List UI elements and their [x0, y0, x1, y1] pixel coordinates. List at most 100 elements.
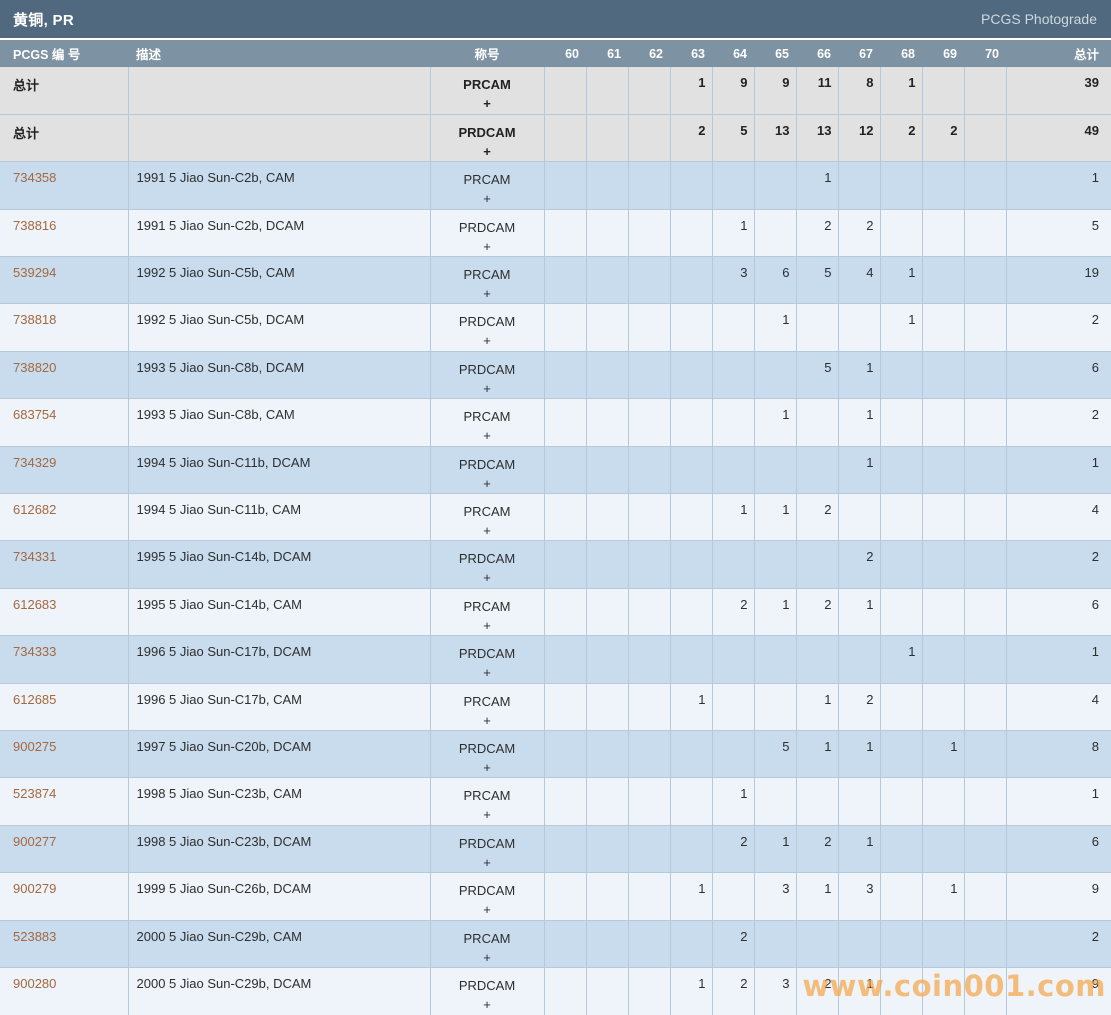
grade-count-cell: [921, 303, 965, 352]
grade-count-cell: [963, 113, 1007, 163]
grade-count-cell: [921, 824, 965, 874]
pcgs-photograde-link[interactable]: PCGS Photograde: [981, 11, 1097, 27]
designation-plus: +: [483, 191, 491, 207]
grade-count-cell: [753, 208, 797, 258]
designation-cell: PRDCAM +: [429, 635, 545, 684]
pcgs-number-link[interactable]: 539294: [13, 265, 56, 280]
pcgs-number-link[interactable]: 612685: [13, 692, 56, 707]
grade-count-cell: [543, 919, 587, 968]
row-total-cell: 4: [1005, 493, 1111, 542]
designation-cell: PRDCAM +: [429, 872, 545, 921]
grade-count-cell: [585, 113, 629, 163]
description-cell: 2000 5 Jiao Sun-C29b, CAM: [127, 919, 431, 968]
grade-count-cell: [543, 587, 587, 637]
grade-count-cell: [543, 398, 587, 447]
grade-count-cell: [627, 635, 671, 684]
grade-count-cell: 1: [879, 635, 923, 684]
grade-count-cell: [585, 824, 629, 874]
designation-cell: PRDCAM +: [429, 445, 545, 495]
designation-label: PRCAM: [463, 930, 511, 946]
description-cell: 1999 5 Jiao Sun-C26b, DCAM: [127, 872, 431, 921]
designation-label: PRDCAM: [458, 456, 516, 472]
pcgs-number-cell: 734329: [0, 445, 129, 495]
grade-count-cell: [627, 729, 671, 779]
column-header-description: 描述: [128, 40, 430, 67]
grade-count-cell: [585, 777, 629, 826]
pcgs-number-link[interactable]: 900280: [13, 976, 56, 991]
pcgs-number-link[interactable]: 612682: [13, 502, 56, 517]
grade-count-cell: [963, 445, 1007, 495]
designation-cell: PRCAM +: [429, 256, 545, 305]
grade-count-cell: [753, 682, 797, 731]
pcgs-number-cell: 738818: [0, 303, 129, 352]
grade-count-cell: [879, 919, 923, 968]
grade-count-cell: [627, 777, 671, 826]
table-row: 683754 1993 5 Jiao Sun-C8b, CAM PRCAM +1 1 2: [0, 398, 1111, 447]
grade-count-cell: 1: [753, 587, 797, 637]
pcgs-number-link[interactable]: 523874: [13, 786, 56, 801]
description-cell: [127, 67, 431, 115]
grade-count-cell: [921, 540, 965, 589]
column-header-grade-70: 70: [964, 40, 1006, 67]
pcgs-number-link[interactable]: 734329: [13, 455, 56, 470]
column-header-grade-65: 65: [754, 40, 796, 67]
pcgs-number-link[interactable]: 738816: [13, 218, 56, 233]
pcgs-number-link[interactable]: 734333: [13, 644, 56, 659]
row-total-cell: 1: [1005, 161, 1111, 210]
designation-label: PRCAM: [463, 77, 511, 92]
grade-count-cell: [921, 777, 965, 826]
pcgs-number-link[interactable]: 734331: [13, 549, 56, 564]
grade-count-cell: 2: [795, 966, 839, 1015]
row-total-cell: 1: [1005, 445, 1111, 495]
pcgs-number-link[interactable]: 738820: [13, 360, 56, 375]
column-header-grade-62: 62: [628, 40, 670, 67]
grade-count-cell: [585, 540, 629, 589]
grade-count-cell: 2: [795, 824, 839, 874]
pcgs-number-cell: 734331: [0, 540, 129, 589]
column-header-grade-64: 64: [712, 40, 754, 67]
grade-count-cell: [921, 635, 965, 684]
pcgs-number-link[interactable]: 900279: [13, 881, 56, 896]
designation-cell: PRCAM +: [429, 682, 545, 731]
grade-count-cell: [543, 966, 587, 1015]
table-row: 总计 PRCAM +1 9 9 11 8 1 39: [0, 67, 1111, 115]
designation-label: PRDCAM: [458, 883, 516, 899]
pcgs-number-cell: 612683: [0, 587, 129, 637]
grade-count-cell: [837, 919, 881, 968]
grade-count-cell: [879, 777, 923, 826]
row-total-cell: 6: [1005, 587, 1111, 637]
designation-plus: +: [483, 96, 491, 111]
table-row: 总计 PRDCAM +2 5 13 13 12 2 2 49: [0, 113, 1111, 163]
designation-cell: PRDCAM +: [429, 350, 545, 400]
row-total-cell: 2: [1005, 919, 1111, 968]
pcgs-number-link[interactable]: 738818: [13, 312, 56, 327]
grade-count-cell: [921, 208, 965, 258]
pcgs-number-link[interactable]: 900275: [13, 739, 56, 754]
designation-cell: PRCAM +: [429, 161, 545, 210]
grade-count-cell: [711, 729, 755, 779]
row-total-cell: 1: [1005, 777, 1111, 826]
pcgs-number-link[interactable]: 612683: [13, 597, 56, 612]
grade-count-cell: [921, 256, 965, 305]
grade-count-cell: 1: [837, 587, 881, 637]
pcgs-number-link[interactable]: 900277: [13, 834, 56, 849]
grade-count-cell: [543, 635, 587, 684]
grade-count-cell: [963, 398, 1007, 447]
description-cell: 1995 5 Jiao Sun-C14b, CAM: [127, 587, 431, 637]
pcgs-number-link[interactable]: 683754: [13, 407, 56, 422]
grade-count-cell: [585, 208, 629, 258]
grade-count-cell: 6: [753, 256, 797, 305]
pcgs-number-link[interactable]: 523883: [13, 929, 56, 944]
description-cell: 1992 5 Jiao Sun-C5b, CAM: [127, 256, 431, 305]
grade-count-cell: [879, 824, 923, 874]
grade-count-cell: [963, 208, 1007, 258]
total-row-label: 总计: [13, 78, 40, 93]
grade-count-cell: 5: [795, 350, 839, 400]
grade-count-cell: [543, 682, 587, 731]
grade-count-cell: [921, 161, 965, 210]
description-cell: 1991 5 Jiao Sun-C2b, CAM: [127, 161, 431, 210]
pcgs-number-cell: 734333: [0, 635, 129, 684]
grade-count-cell: [711, 398, 755, 447]
row-total-cell: 6: [1005, 824, 1111, 874]
pcgs-number-link[interactable]: 734358: [13, 170, 56, 185]
